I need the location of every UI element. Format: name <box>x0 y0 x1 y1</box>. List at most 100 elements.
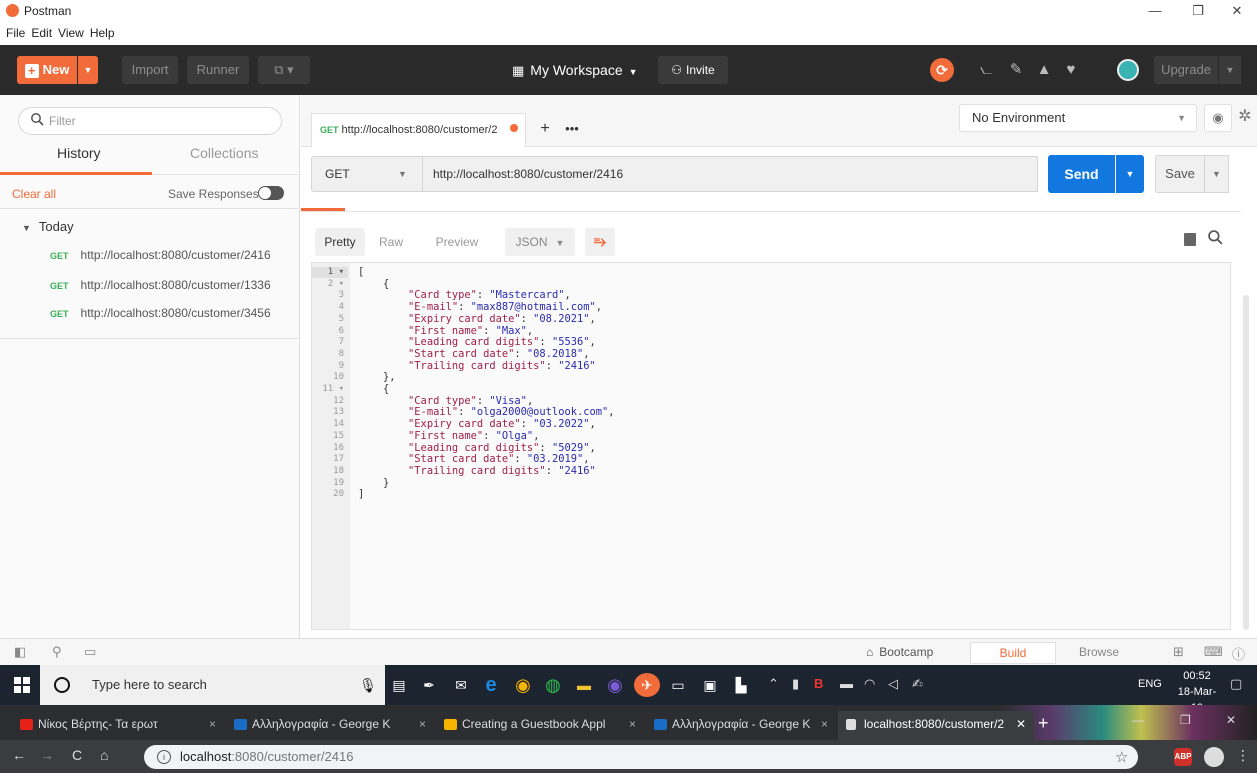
volume-icon[interactable]: ◁ <box>888 676 898 692</box>
microphone-icon[interactable]: 🎙 <box>355 673 381 697</box>
find-icon[interactable]: ⚲ <box>52 644 62 660</box>
invite-button[interactable]: ⚇ Invite <box>658 56 728 84</box>
view-pretty-button[interactable]: Pretty <box>315 228 365 256</box>
console-icon[interactable]: ▭ <box>84 644 96 660</box>
menu-file[interactable]: File <box>6 22 25 44</box>
wifi-icon[interactable]: ◠ <box>864 676 875 692</box>
send-button[interactable]: Send <box>1048 155 1115 193</box>
adblock-icon[interactable]: ABP <box>1174 748 1192 766</box>
menu-help[interactable]: Help <box>90 22 115 44</box>
view-raw-button[interactable]: Raw <box>373 228 409 256</box>
windows-start-icon[interactable] <box>14 677 30 693</box>
terminal-icon[interactable]: ▭ <box>665 673 691 697</box>
close-tab-icon[interactable]: ✕ <box>1016 711 1026 738</box>
help-icon[interactable]: ⓘ <box>1232 644 1245 663</box>
back-icon[interactable]: ← <box>12 747 26 763</box>
mail-icon[interactable]: ✉ <box>448 673 474 697</box>
tray-overflow-icon[interactable]: ⌃ <box>768 676 779 692</box>
clear-all-link[interactable]: Clear all <box>12 187 56 201</box>
minimize-button[interactable]: — <box>1140 2 1170 20</box>
address-bar[interactable]: localhost:8080/customer/2416 <box>144 745 1138 769</box>
format-select[interactable]: JSON ▼ <box>505 228 575 256</box>
maximize-button[interactable]: ❐ <box>1183 2 1213 20</box>
browser-tab[interactable]: Αλληλογραφία - George K × <box>646 711 836 740</box>
close-tab-icon[interactable]: × <box>821 711 828 738</box>
bootcamp-link[interactable]: ⌂ Bootcamp <box>866 645 933 659</box>
wrench-icon[interactable]: ✎ <box>1005 58 1027 82</box>
more-tabs-button[interactable]: ••• <box>558 113 586 147</box>
add-tab-button[interactable]: + <box>533 113 557 147</box>
tab-collections[interactable]: Collections <box>190 145 258 161</box>
close-tab-icon[interactable]: × <box>209 711 216 738</box>
reload-icon[interactable]: C <box>72 747 82 763</box>
runner-button[interactable]: Runner <box>187 56 249 84</box>
chrome-icon[interactable]: ◉ <box>510 673 536 697</box>
workspace-selector[interactable]: ▦ My Workspace ▼ <box>512 56 638 84</box>
whatsapp-icon[interactable]: ◍ <box>540 673 566 697</box>
history-group-today[interactable]: ▼ Today <box>22 219 74 234</box>
more-menu-icon[interactable]: ⋮ <box>1236 747 1250 764</box>
browser-maximize-button[interactable]: ❐ <box>1180 713 1191 727</box>
eye-icon[interactable]: ◉ <box>1204 104 1232 132</box>
wrap-lines-icon[interactable]: ⥱ <box>585 228 615 256</box>
heart-icon[interactable]: ♥ <box>1060 58 1082 82</box>
copy-icon[interactable] <box>1184 233 1196 246</box>
toggle-sidebar-icon[interactable]: ◧ <box>14 644 26 660</box>
pen-icon[interactable]: ✍ <box>912 676 923 692</box>
notifications-icon[interactable]: ▢ <box>1230 676 1242 692</box>
browser-tab[interactable]: Νίκος Βέρτης- Τα ερωτ × <box>12 711 224 740</box>
import-button[interactable]: Import <box>122 56 178 84</box>
new-dropdown-button[interactable]: ▼ <box>78 56 98 84</box>
build-tab[interactable]: Build <box>970 642 1056 664</box>
gear-icon[interactable]: ✲ <box>1235 104 1255 132</box>
save-button[interactable]: Save <box>1155 155 1205 193</box>
send-dropdown-button[interactable]: ▼ <box>1116 155 1144 193</box>
two-pane-icon[interactable]: ⊞ <box>1173 644 1184 660</box>
bell-icon[interactable]: ▲ <box>1033 58 1055 82</box>
user-avatar[interactable] <box>1117 59 1139 81</box>
postman-taskbar-icon[interactable]: ✈ <box>634 673 660 697</box>
url-input[interactable]: http://localhost:8080/customer/2416 <box>423 156 1038 192</box>
open-new-button[interactable]: ⧉ ▾ <box>258 56 310 84</box>
interceptor-icon[interactable]: ⦦ <box>975 58 997 82</box>
browser-minimize-button[interactable]: — <box>1132 713 1144 727</box>
tab-history[interactable]: History <box>57 145 101 161</box>
viber-icon[interactable]: ◉ <box>602 673 628 697</box>
browser-tab-active[interactable]: localhost:8080/customer/2 ✕ <box>838 711 1034 740</box>
browser-close-button[interactable]: ✕ <box>1226 713 1236 727</box>
pen-app-icon[interactable]: ✒ <box>416 673 442 697</box>
filter-input[interactable]: Filter <box>18 107 282 135</box>
request-tab[interactable]: GET http://localhost:8080/customer/2 <box>311 113 526 147</box>
save-dropdown-button[interactable]: ▼ <box>1205 155 1229 193</box>
browser-tab[interactable]: Αλληλογραφία - George K × <box>226 711 434 740</box>
upgrade-dropdown-button[interactable]: ▼ <box>1219 56 1241 84</box>
info-icon[interactable]: i <box>157 750 171 764</box>
usb-icon[interactable]: ▮ <box>792 676 799 692</box>
method-select[interactable]: GET ▼ <box>311 156 423 192</box>
close-tab-icon[interactable]: × <box>629 711 636 738</box>
response-body-editor[interactable]: 1 ▾ 2 ▾ 3 4 5 6 7 8 9 10 11 ▾ 12 13 14 15 1… <box>311 262 1231 630</box>
battery-icon[interactable]: ▬ <box>840 676 853 691</box>
save-responses-toggle[interactable] <box>258 186 284 200</box>
forward-icon[interactable]: → <box>40 747 54 763</box>
environment-select[interactable]: No Environment ▼ <box>959 104 1197 132</box>
app-icon[interactable]: ▣ <box>697 673 723 697</box>
task-view-icon[interactable]: ▤ <box>386 673 412 697</box>
browse-tab[interactable]: Browse <box>1056 642 1142 664</box>
home-icon[interactable]: ⌂ <box>100 747 108 763</box>
menu-edit[interactable]: Edit <box>31 22 52 44</box>
language-indicator[interactable]: ENG <box>1138 678 1162 690</box>
scrollbar[interactable] <box>1243 295 1249 630</box>
taskbar-search-input[interactable]: Type here to search <box>40 665 385 705</box>
profile-icon[interactable] <box>1204 747 1224 767</box>
view-preview-button[interactable]: Preview <box>427 228 487 256</box>
edge-icon[interactable]: e <box>478 673 504 697</box>
close-button[interactable]: ✕ <box>1222 2 1252 20</box>
browser-tab[interactable]: Creating a Guestbook Appl × <box>436 711 644 740</box>
search-icon[interactable] <box>1207 229 1223 245</box>
bookmark-star-icon[interactable]: ☆ <box>1115 748 1128 766</box>
sync-icon[interactable]: ⟳ <box>930 58 954 82</box>
keyboard-icon[interactable]: ⌨ <box>1204 644 1223 660</box>
new-tab-button[interactable]: + <box>1038 713 1049 734</box>
menu-view[interactable]: View <box>58 22 84 44</box>
